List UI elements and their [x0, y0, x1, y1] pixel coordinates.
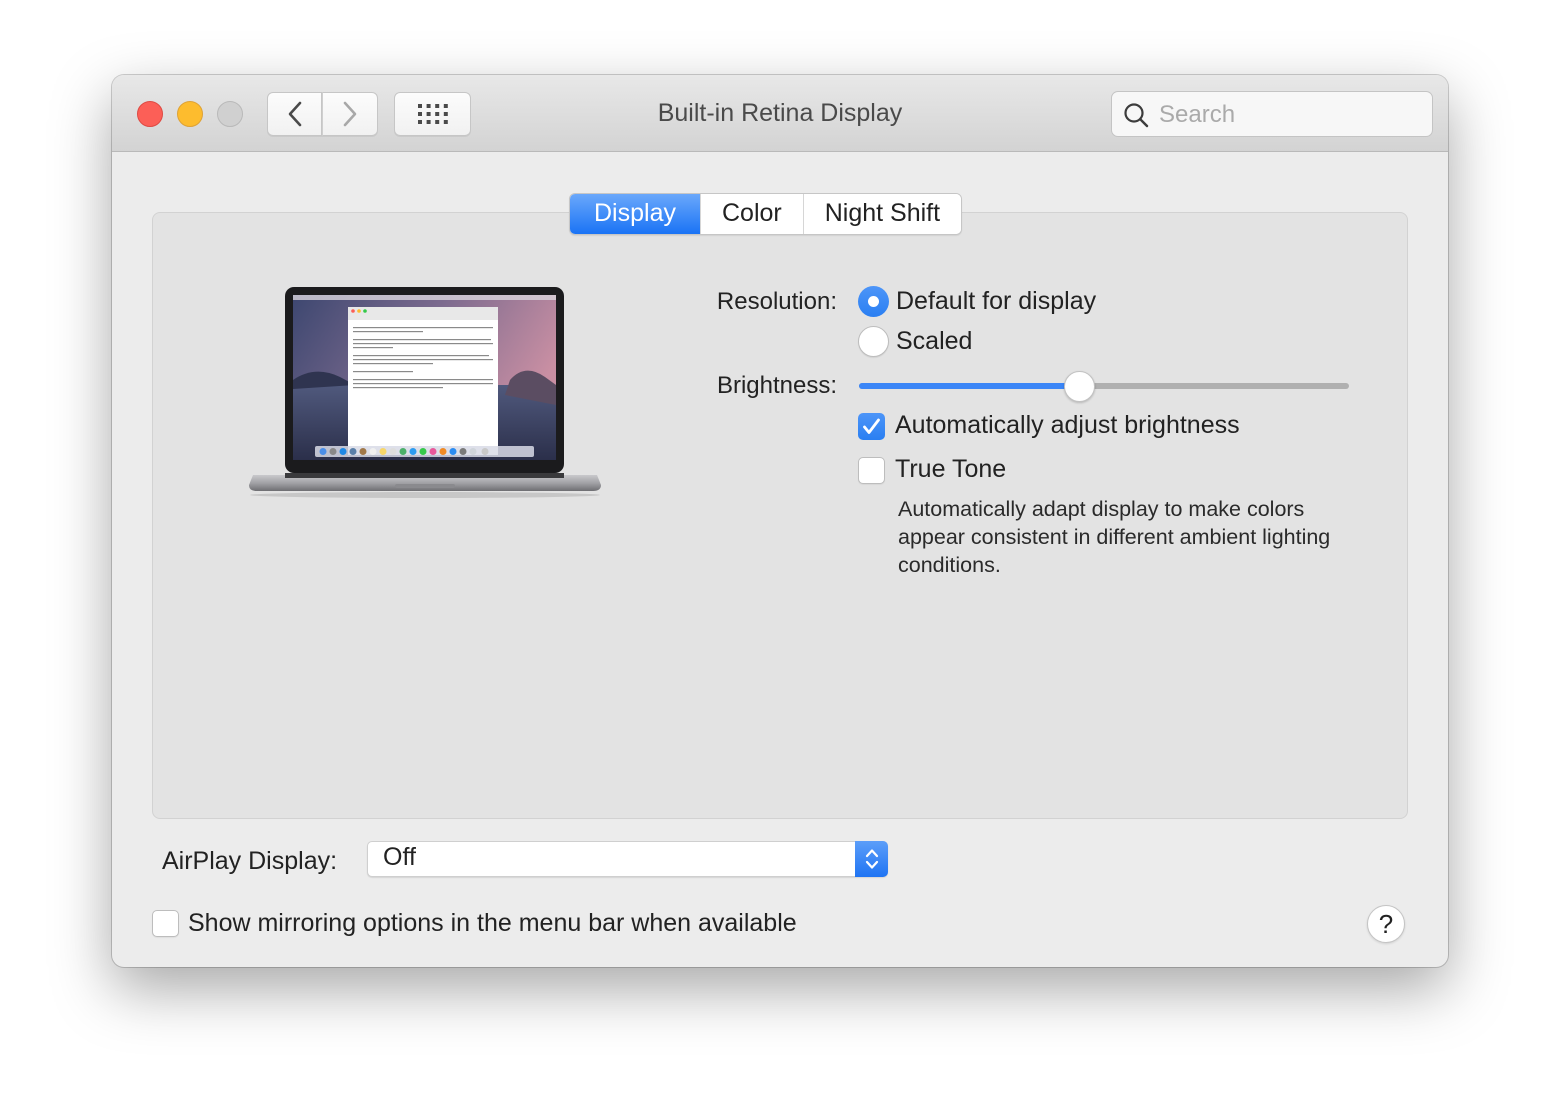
- radio-default-for-display[interactable]: [858, 286, 889, 317]
- resolution-label: Resolution:: [716, 288, 837, 315]
- tab-bar: Display Color Night Shift: [569, 193, 963, 235]
- airplay-selected-value: Off: [383, 843, 416, 871]
- true-tone-label[interactable]: True Tone: [895, 455, 1006, 484]
- help-button[interactable]: ?: [1367, 905, 1405, 943]
- radio-scaled[interactable]: [858, 326, 889, 357]
- title-bar: Built-in Retina Display: [112, 75, 1448, 152]
- true-tone-checkbox[interactable]: [858, 457, 885, 484]
- brightness-slider[interactable]: [859, 371, 1349, 402]
- up-down-chevron-icon: [865, 849, 878, 869]
- search-icon: [1124, 103, 1149, 128]
- auto-brightness-label[interactable]: Automatically adjust brightness: [895, 411, 1240, 440]
- search-input[interactable]: [1157, 98, 1421, 132]
- airplay-display-select[interactable]: Off: [367, 841, 888, 877]
- macbook-preview-image: [249, 287, 601, 498]
- checkmark-icon: [863, 418, 880, 434]
- brightness-label: Brightness:: [716, 372, 837, 399]
- select-stepper[interactable]: [855, 841, 888, 877]
- search-field[interactable]: [1111, 91, 1433, 137]
- airplay-display-label: AirPlay Display:: [162, 847, 338, 875]
- show-mirroring-checkbox[interactable]: [152, 910, 179, 937]
- scaled-label[interactable]: Scaled: [896, 327, 972, 356]
- tab-color[interactable]: Color: [699, 194, 803, 234]
- tab-night-shift[interactable]: Night Shift: [802, 194, 962, 234]
- tab-display[interactable]: Display: [570, 194, 700, 234]
- true-tone-description: Automatically adapt display to make colo…: [898, 497, 1331, 577]
- system-preferences-window: Built-in Retina Display Display Color Ni…: [112, 75, 1448, 967]
- default-for-display-label[interactable]: Default for display: [896, 287, 1096, 316]
- slider-thumb[interactable]: [1064, 371, 1095, 402]
- slider-fill: [859, 383, 1080, 389]
- show-mirroring-label[interactable]: Show mirroring options in the menu bar w…: [188, 909, 797, 938]
- auto-brightness-checkbox[interactable]: [858, 413, 885, 440]
